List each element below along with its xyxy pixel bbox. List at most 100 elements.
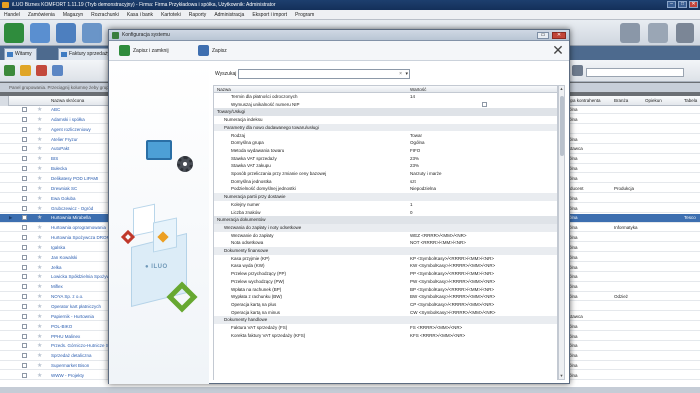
star-icon[interactable]: ★	[37, 126, 42, 134]
col-nazwa-skrocona[interactable]: Nazwa skrócona	[51, 96, 84, 106]
row-checkbox[interactable]	[22, 235, 27, 241]
close-x-button[interactable]: ✕	[552, 44, 564, 58]
row-checkbox[interactable]	[22, 264, 27, 270]
row-checkbox[interactable]	[22, 323, 27, 329]
settings-group-row[interactable]: Parametry dla nowo dodawanego towaru/usł…	[214, 123, 557, 132]
menu-item[interactable]: Zamówienia	[28, 10, 55, 19]
clear-icon[interactable]: ×	[399, 70, 402, 78]
star-icon[interactable]: ★	[37, 224, 42, 232]
col-opiekun[interactable]: Opiekun	[645, 96, 662, 106]
row-checkbox[interactable]	[22, 284, 27, 290]
row-checkbox[interactable]	[22, 372, 27, 378]
row-checkbox[interactable]	[22, 146, 27, 152]
star-icon[interactable]: ★	[37, 155, 42, 163]
settings-row[interactable]: Sposób przeliczania przy zmianie ceny ba…	[214, 170, 557, 178]
minimize-icon[interactable]: –	[667, 1, 676, 8]
warehouse-icon[interactable]	[82, 23, 102, 43]
settings-row[interactable]: Wymuszaj unikalność numeru NIP	[214, 101, 557, 109]
settings-row[interactable]: Kasa wyda (KW) KW <SymbolKasy>/<RRRR>/<MM…	[214, 262, 557, 270]
row-checkbox[interactable]	[22, 156, 27, 162]
settings-row[interactable]: Domyślna grupa Ogólna	[214, 139, 557, 147]
star-icon[interactable]: ★	[37, 145, 42, 153]
filter-icon[interactable]	[572, 65, 583, 76]
menu-item[interactable]: Kartoteki	[161, 10, 181, 19]
row-checkbox[interactable]	[22, 215, 27, 221]
menu-item[interactable]: Handel	[4, 10, 20, 19]
row-checkbox[interactable]	[22, 244, 27, 250]
settings-row[interactable]: Wezwanie do zapłaty WEZ <RRRR>/<MM>/<NR>	[214, 232, 557, 240]
setting-value[interactable]: KW <SymbolKasy>/<RRRR>/<MM>/<NR>	[410, 262, 495, 270]
star-icon[interactable]: ★	[37, 165, 42, 173]
row-checkbox[interactable]	[22, 254, 27, 260]
power-icon[interactable]	[676, 23, 694, 43]
row-checkbox[interactable]	[22, 363, 27, 369]
star-icon[interactable]: ★	[37, 372, 42, 380]
star-icon[interactable]: ★	[37, 244, 42, 252]
setting-value[interactable]: 1	[410, 201, 413, 209]
scroll-up-icon[interactable]: ▲	[559, 86, 564, 92]
delete-icon[interactable]	[36, 65, 47, 76]
setting-value[interactable]: Niepodzielna	[410, 185, 436, 193]
settings-row[interactable]: Operacja kartą na plus CP <SymbolKasy>/<R…	[214, 301, 557, 309]
menu-item[interactable]: Raporty	[189, 10, 207, 19]
dialog-restore-icon[interactable]: ▭	[537, 32, 549, 39]
dialog-close-icon[interactable]: ✕	[552, 32, 566, 39]
tab-faktury-sprzedazy[interactable]: Faktury sprzedaży	[58, 48, 115, 60]
maximize-icon[interactable]: □	[678, 1, 687, 8]
setting-value[interactable]: 23%	[410, 155, 419, 163]
row-checkbox[interactable]	[22, 166, 27, 172]
close-window-icon[interactable]: ✕	[689, 1, 698, 8]
settings-row[interactable]: Przelew przychodzący (PP) PP <SymbolKasy>…	[214, 270, 557, 278]
star-icon[interactable]: ★	[37, 234, 42, 242]
star-icon[interactable]: ★	[37, 352, 42, 360]
star-icon[interactable]: ★	[37, 313, 42, 321]
setting-value[interactable]: CP <SymbolKasy>/<RRRR>/<MM>/<NR>	[410, 301, 494, 309]
row-checkbox[interactable]	[22, 126, 27, 132]
menu-item[interactable]: Rozrachunki	[91, 10, 119, 19]
setting-value[interactable]: KP <SymbolKasy>/<RRRR>/<MM>/<NR>	[410, 255, 494, 263]
row-checkbox[interactable]	[22, 353, 27, 359]
settings-row[interactable]: Stawka VAT sprzedaży 23%	[214, 155, 557, 163]
star-icon[interactable]: ★	[37, 195, 42, 203]
setting-value[interactable]: 0	[410, 209, 413, 217]
setting-value[interactable]: BP <SymbolKasy>/<RRRR>/<MM>/<NR>	[410, 286, 494, 294]
documents-icon[interactable]	[30, 23, 50, 43]
star-icon[interactable]: ★	[37, 185, 42, 193]
settings-row[interactable]: Korekta faktury VAT sprzedaży (KFS) KFS <…	[214, 332, 557, 340]
settings-row[interactable]: Kolejny numer 1	[214, 201, 557, 209]
row-checkbox[interactable]	[22, 343, 27, 349]
star-icon[interactable]: ★	[37, 205, 42, 213]
home-icon[interactable]	[4, 23, 24, 43]
star-icon[interactable]: ★	[37, 106, 42, 114]
row-checkbox[interactable]	[22, 333, 27, 339]
setting-value[interactable]: 23%	[410, 162, 419, 170]
row-checkbox[interactable]	[22, 313, 27, 319]
refresh-icon[interactable]	[52, 65, 63, 76]
star-icon[interactable]: ★	[37, 342, 42, 350]
settings-row[interactable]: Wypłata z rachunku (BW) BW <SymbolKasy>/<…	[214, 293, 557, 301]
star-icon[interactable]: ★	[37, 175, 42, 183]
settings-group-row[interactable]: Wezwania do zapłaty i noty odsetkowe	[214, 223, 557, 232]
settings-group-row[interactable]: Dokumenty handlowe	[214, 316, 557, 324]
star-icon[interactable]: ★	[37, 323, 42, 331]
scroll-thumb[interactable]	[560, 96, 564, 156]
settings-group-row[interactable]: Numeracja partii przy dostawie	[214, 193, 557, 201]
star-icon[interactable]: ★	[37, 273, 42, 281]
settings-row[interactable]: Domyślna jednostka szt	[214, 178, 557, 186]
star-icon[interactable]: ★	[37, 116, 42, 124]
col-tabela[interactable]: Tabela	[684, 96, 697, 106]
settings-row[interactable]: Wpłata na rachunek (BP) BP <SymbolKasy>/<…	[214, 286, 557, 294]
row-checkbox[interactable]	[22, 205, 27, 211]
settings-row[interactable]: Nota odsetkowa NOT <RRRR>/<MM>/<NR>	[214, 239, 557, 247]
star-icon[interactable]: ★	[37, 283, 42, 291]
setting-value[interactable]: FS <RRRR>/<MM>/<NR>	[410, 324, 462, 332]
search-combo[interactable]: × ▾	[238, 69, 410, 79]
row-checkbox[interactable]	[22, 136, 27, 142]
lock-icon[interactable]	[648, 23, 668, 43]
settings-row[interactable]: Numeracja indeksu	[214, 116, 557, 124]
menu-item[interactable]: Kasa i bank	[127, 10, 153, 19]
scroll-down-icon[interactable]: ▼	[559, 373, 564, 379]
add-icon[interactable]	[4, 65, 15, 76]
setting-value[interactable]: PP <SymbolKasy>/<RRRR>/<MM>/<NR>	[410, 270, 494, 278]
star-icon[interactable]: ★	[37, 136, 42, 144]
